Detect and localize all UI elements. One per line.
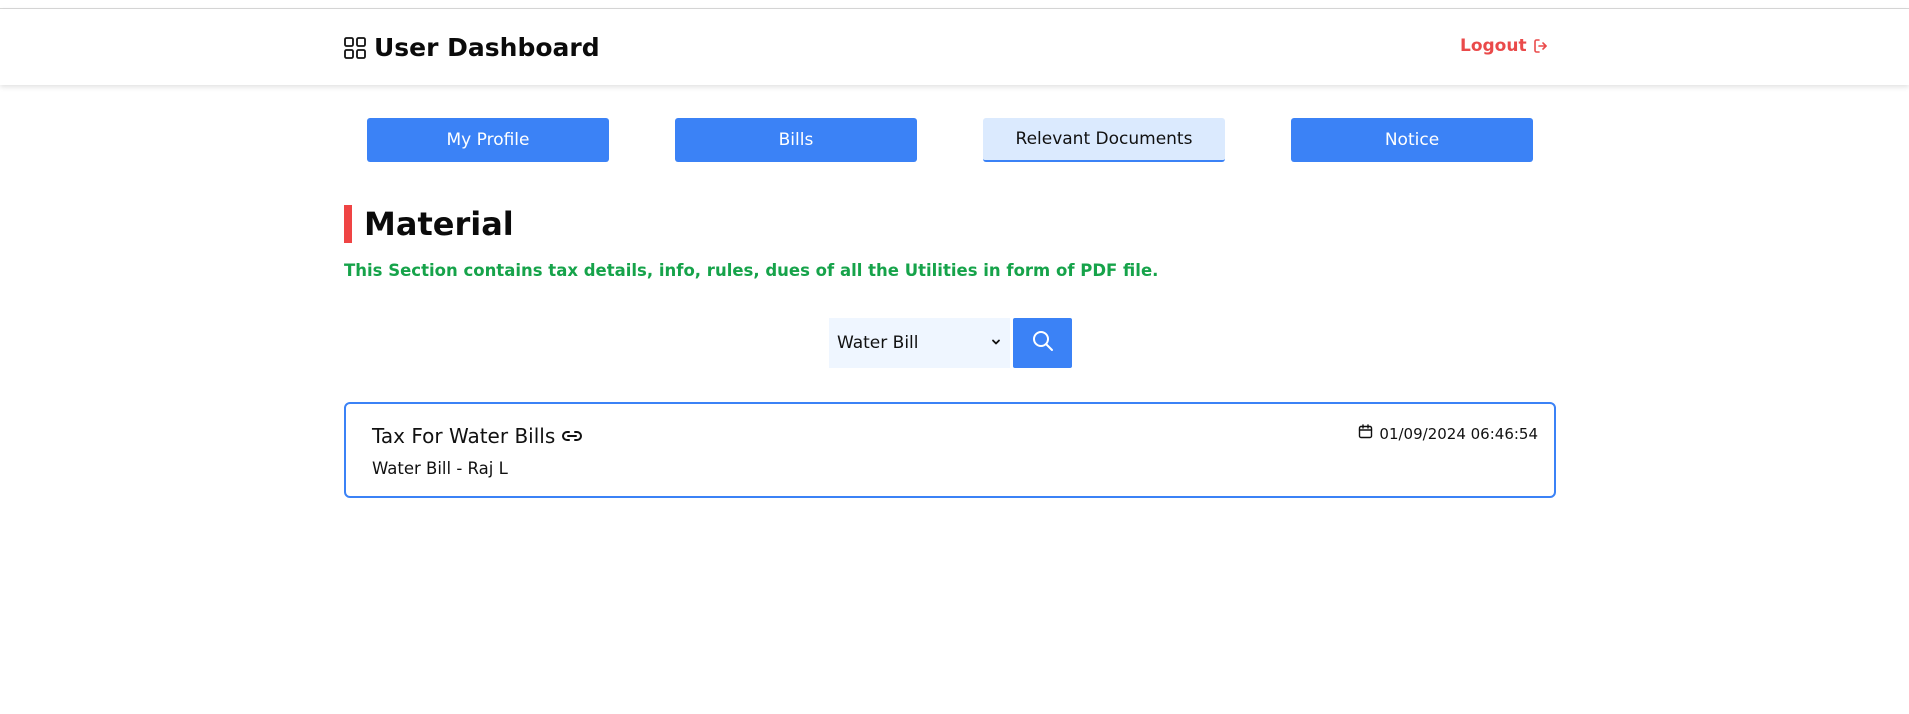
- brand: User Dashboard: [344, 33, 600, 62]
- document-title-link[interactable]: Tax For Water Bills: [372, 424, 583, 448]
- utility-select[interactable]: Water Bill: [829, 318, 1010, 368]
- logout-button[interactable]: Logout: [1460, 36, 1549, 56]
- section-title: Material: [364, 205, 514, 243]
- top-navbar: User Dashboard Logout: [0, 9, 1909, 85]
- tab-my-profile[interactable]: My Profile: [367, 118, 609, 162]
- calendar-icon: [1358, 424, 1373, 443]
- heading-accent-bar: [344, 205, 352, 243]
- document-title: Tax For Water Bills: [372, 424, 556, 448]
- filter-bar: Water Bill: [829, 318, 1072, 368]
- document-card: Tax For Water Bills Water Bill - Raj L 0…: [344, 402, 1556, 498]
- chevron-down-icon: [990, 333, 1002, 353]
- grid-icon: [344, 36, 366, 59]
- logout-label: Logout: [1460, 36, 1527, 56]
- tab-relevant-documents[interactable]: Relevant Documents: [983, 118, 1225, 162]
- link-icon: [561, 424, 583, 448]
- page-title: User Dashboard: [374, 33, 600, 62]
- browser-top-border: [0, 0, 1909, 9]
- section-description: This Section contains tax details, info,…: [344, 261, 1159, 280]
- tab-notice[interactable]: Notice: [1291, 118, 1533, 162]
- search-icon: [1031, 329, 1055, 357]
- section-heading: Material: [344, 205, 514, 243]
- utility-select-value: Water Bill: [837, 333, 919, 353]
- document-subtitle: Water Bill - Raj L: [372, 459, 508, 478]
- search-button[interactable]: [1013, 318, 1072, 368]
- tab-bills[interactable]: Bills: [675, 118, 917, 162]
- document-date: 01/09/2024 06:46:54: [1358, 424, 1538, 443]
- dashboard-tabs: My Profile Bills Relevant Documents Noti…: [367, 118, 1534, 162]
- logout-icon: [1533, 38, 1549, 54]
- document-date-text: 01/09/2024 06:46:54: [1379, 424, 1538, 443]
